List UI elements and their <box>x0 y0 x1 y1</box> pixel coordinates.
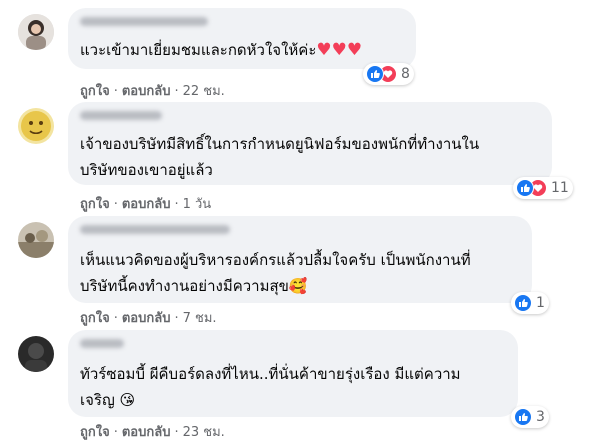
comment-text: ทัวร์ซอมบี้ ผีคืบอร์ดลงที่ไหน..ที่นั่นค้… <box>80 361 461 413</box>
reaction-count: 11 <box>551 180 569 196</box>
reaction-count: 8 <box>401 66 410 82</box>
like-link[interactable]: ถูกใจ <box>80 311 110 326</box>
reaction-summary[interactable]: 1 <box>511 292 549 314</box>
timestamp[interactable]: 7 ชม. <box>183 311 217 326</box>
comment-line: เจ้าของบริษัทมีสิทธิ์ในการกำหนดยูนิฟอร์ม… <box>80 135 480 153</box>
timestamp[interactable]: 22 ชม. <box>183 84 225 99</box>
like-icon <box>366 65 384 83</box>
comment-bubble: เห็นแนวคิดของผู้บริหารองค์กรแล้วปลื้มใจค… <box>68 216 532 303</box>
reaction-count: 3 <box>536 409 545 425</box>
avatar[interactable] <box>18 222 54 258</box>
avatar[interactable] <box>18 108 54 144</box>
like-icon <box>514 294 532 312</box>
comment-line: ทัวร์ซอมบี้ ผีคืบอร์ดลงที่ไหน..ที่นั่นค้… <box>80 365 461 383</box>
like-icon <box>516 179 534 197</box>
like-link[interactable]: ถูกใจ <box>80 425 110 440</box>
avatar[interactable] <box>18 336 54 372</box>
author-name[interactable] <box>80 225 230 234</box>
comment-actions: ถูกใจ · ตอบกลับ · 1 วัน <box>80 197 212 212</box>
comment-line: บริษัทของเขาอยู่แล้ว <box>80 161 213 179</box>
comment-bubble: เจ้าของบริษัทมีสิทธิ์ในการกำหนดยูนิฟอร์ม… <box>68 102 552 185</box>
like-link[interactable]: ถูกใจ <box>80 197 110 212</box>
comment-bubble: แวะเข้ามาเยี่ยมชมและกดหัวใจให้ค่ะ♥♥♥ <box>68 8 416 69</box>
comment-line: เจริญ <box>80 391 115 409</box>
reaction-summary[interactable]: 8 <box>363 63 414 85</box>
comment-actions: ถูกใจ · ตอบกลับ · 23 ชม. <box>80 425 225 440</box>
comment-text: แวะเข้ามาเยี่ยมชมและกดหัวใจให้ค่ะ <box>80 41 317 59</box>
comment-bubble: ทัวร์ซอมบี้ ผีคืบอร์ดลงที่ไหน..ที่นั่นค้… <box>68 330 518 417</box>
reply-link[interactable]: ตอบกลับ <box>122 311 171 326</box>
reaction-summary[interactable]: 11 <box>513 177 573 199</box>
timestamp[interactable]: 1 วัน <box>183 197 212 212</box>
comment-actions: ถูกใจ · ตอบกลับ · 22 ชม. <box>80 84 225 99</box>
reaction-summary[interactable]: 3 <box>511 406 549 428</box>
comment-text: เจ้าของบริษัทมีสิทธิ์ในการกำหนดยูนิฟอร์ม… <box>80 131 479 183</box>
reaction-count: 1 <box>536 295 545 311</box>
timestamp[interactable]: 23 ชม. <box>183 425 225 440</box>
reply-link[interactable]: ตอบกลับ <box>122 197 171 212</box>
heart-emoji: ♥♥♥ <box>316 40 363 60</box>
avatar[interactable] <box>18 14 54 50</box>
comment-line: เห็นแนวคิดของผู้บริหารองค์กรแล้วปลื้มใจค… <box>80 251 471 269</box>
reply-link[interactable]: ตอบกลับ <box>122 84 171 99</box>
author-name[interactable] <box>80 111 162 120</box>
comment-line: บริษัทนี้คงทำงานอย่างมีความสุข <box>80 277 289 295</box>
comment-actions: ถูกใจ · ตอบกลับ · 7 ชม. <box>80 311 217 326</box>
like-link[interactable]: ถูกใจ <box>80 84 110 99</box>
like-icon <box>514 408 532 426</box>
face-blowing-kiss-emoji: 😘 <box>119 391 136 409</box>
comment-text: เห็นแนวคิดของผู้บริหารองค์กรแล้วปลื้มใจค… <box>80 247 471 299</box>
author-name[interactable] <box>80 339 124 348</box>
smiling-face-with-hearts-emoji: 🥰 <box>288 277 308 295</box>
reply-link[interactable]: ตอบกลับ <box>122 425 171 440</box>
author-name[interactable] <box>80 17 208 26</box>
